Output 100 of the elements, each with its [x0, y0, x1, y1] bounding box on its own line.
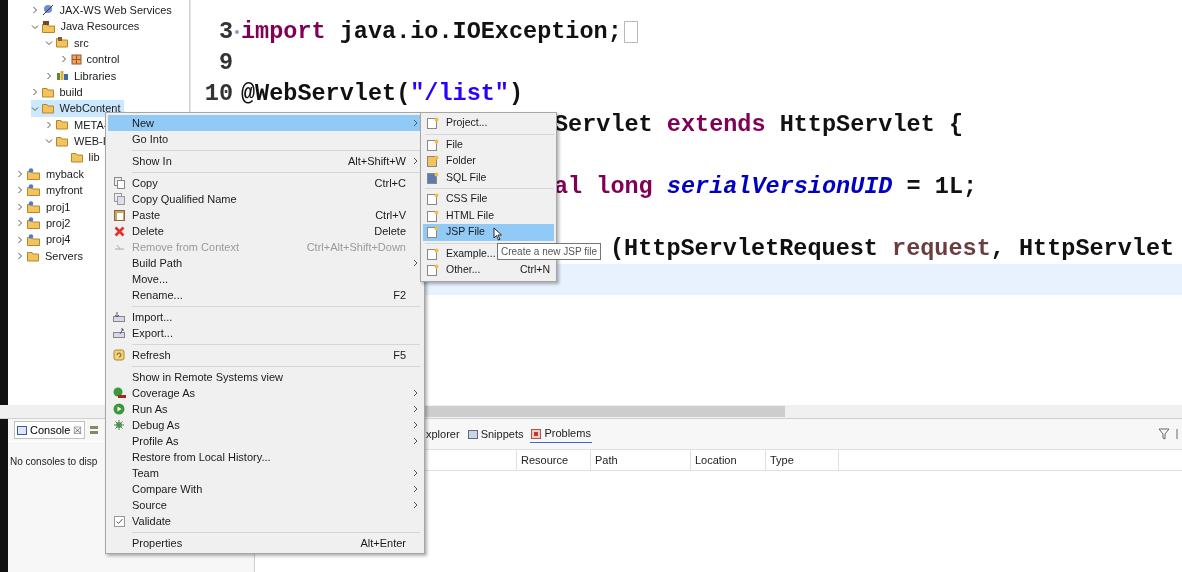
- view-tab[interactable]: Console ☒: [14, 420, 86, 440]
- tree-item[interactable]: control: [59, 51, 124, 68]
- folded-code-marker[interactable]: [623, 20, 638, 43]
- column-header[interactable]: Type: [766, 450, 839, 470]
- menu-item[interactable]: Restore from Local History...: [108, 449, 422, 465]
- menu-item[interactable]: Refresh F5: [108, 347, 422, 363]
- servers-icon[interactable]: [89, 425, 100, 435]
- menu-item[interactable]: Copy Qualified Name: [108, 191, 422, 207]
- paste-icon: [113, 209, 125, 221]
- menu-item[interactable]: Debug As: [108, 417, 422, 433]
- menu-item[interactable]: Compare With: [108, 481, 422, 497]
- code-line: import java.io.IOException;: [241, 19, 622, 44]
- menu-item[interactable]: Import...: [108, 309, 422, 325]
- menu-item[interactable]: Go Into: [108, 131, 422, 147]
- code-line: Servlet extends HttpServlet {: [554, 112, 963, 137]
- menu-item[interactable]: Validate: [108, 513, 422, 529]
- line-number: 9: [217, 50, 233, 75]
- project-folder-icon: [27, 233, 41, 246]
- tree-item[interactable]: WebContent: [30, 100, 125, 117]
- menu-item[interactable]: Other... Ctrl+N: [423, 262, 554, 279]
- code-line: (HttpServletRequest request, HttpServlet: [610, 236, 1175, 261]
- folder-icon: [70, 152, 84, 164]
- menu-item[interactable]: JSP File: [423, 224, 554, 241]
- java-resources-icon: [41, 20, 56, 33]
- menu-item[interactable]: Delete Delete: [108, 223, 422, 239]
- menu-item[interactable]: HTML File: [423, 207, 554, 224]
- menu-item[interactable]: File: [423, 136, 554, 153]
- column-header[interactable]: Resource: [517, 450, 591, 470]
- tree-item[interactable]: proj4: [16, 231, 75, 248]
- source-folder-icon: [56, 37, 69, 49]
- folder-icon: [27, 250, 40, 262]
- menu-item[interactable]: Team: [108, 465, 422, 481]
- expanded-chevron-icon[interactable]: [45, 137, 53, 146]
- tree-item[interactable]: myback: [16, 165, 88, 183]
- expanded-chevron-icon[interactable]: [30, 104, 39, 113]
- new-file-icon: [427, 264, 439, 277]
- console-message: No consoles to disp: [9, 455, 98, 469]
- fold-marker-icon[interactable]: [235, 29, 239, 34]
- menu-item[interactable]: New: [108, 115, 422, 131]
- folder-icon: [56, 135, 69, 147]
- library-icon: [56, 70, 69, 82]
- line-number: 10: [203, 81, 233, 106]
- menu-item[interactable]: SQL File: [423, 169, 554, 186]
- close-icon[interactable]: ☒: [73, 422, 83, 438]
- refresh-icon: [113, 349, 125, 361]
- checkbox-icon: [113, 515, 125, 527]
- view-tab[interactable]: Snippets: [466, 425, 525, 443]
- tree-item[interactable]: Servers: [16, 247, 87, 265]
- menu-item[interactable]: Copy Ctrl+C: [108, 175, 422, 191]
- menu-item[interactable]: Export...: [108, 325, 422, 341]
- project-folder-icon: [27, 168, 41, 181]
- new-file-icon: [427, 138, 439, 151]
- menu-item[interactable]: Show in Remote Systems view: [108, 369, 422, 385]
- package-icon: [70, 53, 82, 65]
- tree-item[interactable]: proj2: [16, 215, 75, 232]
- mouse-cursor-icon: [493, 227, 503, 241]
- collapsed-chevron-icon[interactable]: [30, 6, 39, 15]
- menu-item[interactable]: Project...: [423, 115, 554, 132]
- column-header[interactable]: Path: [591, 450, 691, 470]
- tree-item[interactable]: Libraries: [45, 67, 121, 84]
- run-icon: [113, 403, 125, 415]
- tree-item[interactable]: myfront: [16, 182, 87, 199]
- project-folder-icon: [27, 217, 41, 230]
- menu-item[interactable]: Build Path: [108, 255, 422, 271]
- menu-item[interactable]: Move...: [108, 271, 422, 287]
- bug-icon: [113, 419, 125, 431]
- view-tab[interactable]: xplorer: [425, 425, 461, 443]
- tree-item[interactable]: proj1: [16, 198, 75, 216]
- menu-item[interactable]: CSS File: [423, 191, 554, 208]
- filter-icon[interactable]: [1158, 428, 1170, 440]
- menu-item[interactable]: Paste Ctrl+V: [108, 207, 422, 223]
- new-file-icon: [427, 247, 439, 260]
- export-icon: [113, 328, 125, 338]
- snippets-icon: [467, 429, 478, 439]
- tree-item[interactable]: WEB-I: [45, 133, 110, 150]
- folder-icon: [427, 155, 439, 168]
- menu-item[interactable]: Coverage As: [108, 385, 422, 401]
- menu-item[interactable]: Run As: [108, 401, 422, 417]
- project-folder-icon: [27, 184, 41, 197]
- column-header[interactable]: Location: [691, 450, 766, 470]
- tree-item[interactable]: Java Resources: [30, 18, 144, 35]
- menu-item[interactable]: Folder: [423, 153, 554, 170]
- menu-item[interactable]: Show In Alt+Shift+W: [108, 153, 422, 169]
- view-tab[interactable]: Problems: [530, 425, 592, 443]
- menu-item[interactable]: Rename... F2: [108, 287, 422, 303]
- tree-item[interactable]: src: [45, 34, 93, 52]
- folder-icon: [41, 103, 55, 115]
- tree-item[interactable]: build: [30, 83, 87, 101]
- new-file-icon: [427, 226, 439, 239]
- folder-icon: [41, 86, 55, 98]
- menu-item[interactable]: Source: [108, 497, 422, 513]
- collapsed-chevron-icon[interactable]: [45, 120, 53, 129]
- console-icon: [17, 425, 27, 435]
- delete-icon: [113, 225, 125, 237]
- menu-item[interactable]: Profile As: [108, 433, 422, 449]
- tree-item[interactable]: lib: [59, 149, 104, 166]
- menu-item[interactable]: Properties Alt+Enter: [108, 535, 422, 551]
- folder-icon: [56, 119, 69, 131]
- tree-item[interactable]: JAX-WS Web Services: [30, 2, 176, 19]
- import-icon: [113, 312, 125, 322]
